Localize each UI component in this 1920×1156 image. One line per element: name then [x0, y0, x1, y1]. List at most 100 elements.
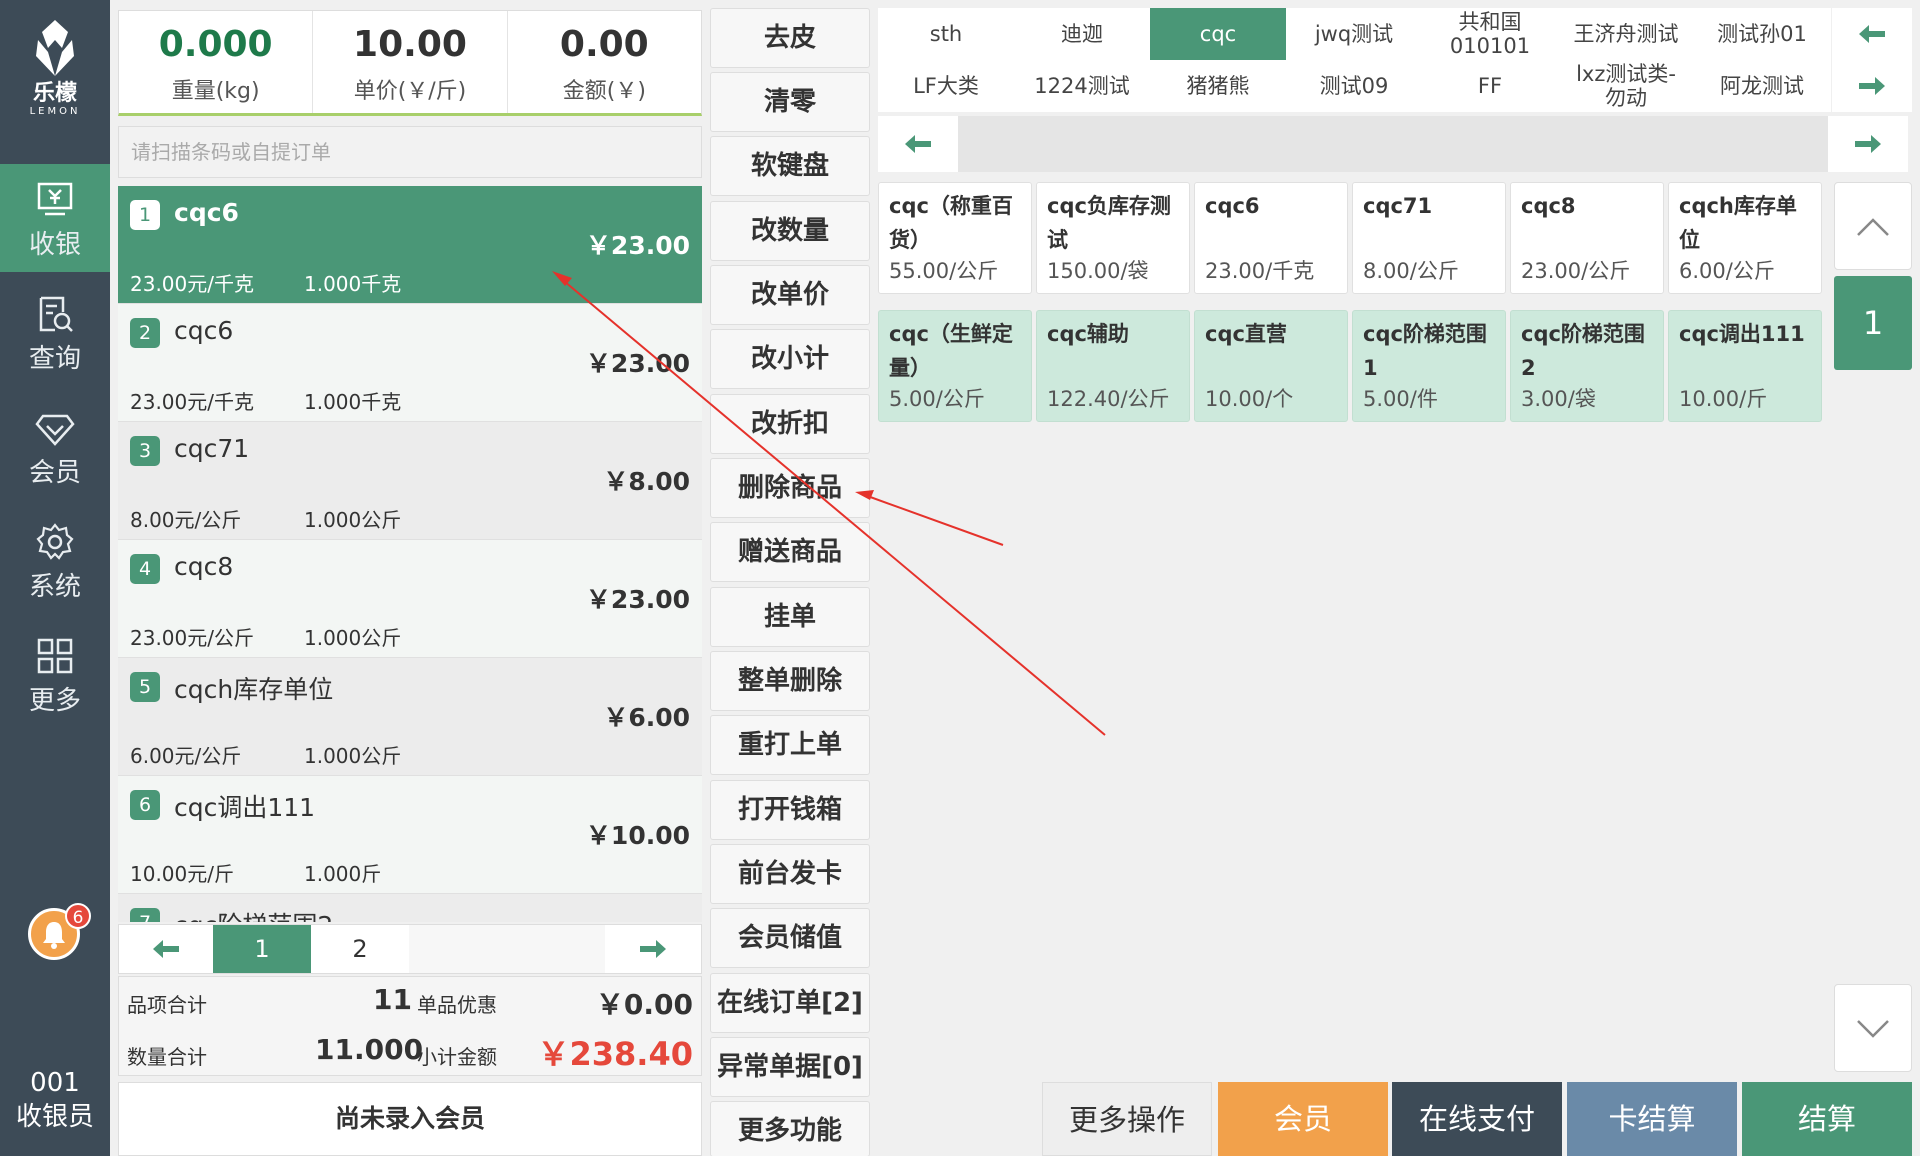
category-tab[interactable]: 测试09 — [1286, 60, 1422, 112]
qty-total-value: 11.000 — [315, 1033, 424, 1066]
category-next-button[interactable] — [1832, 60, 1912, 112]
product-card[interactable]: cqc辅助 122.40/公斤 — [1036, 310, 1190, 422]
product-name: cqc直营 — [1205, 322, 1287, 346]
subtotal-label: 小计金额 — [417, 1045, 497, 1069]
product-price: 23.00/公斤 — [1521, 259, 1631, 283]
cashier-icon — [37, 182, 73, 216]
nav-query[interactable]: 查询 — [0, 278, 110, 386]
order-index: 1 — [130, 200, 160, 230]
abnormal-orders-button[interactable]: 异常单据[0] — [710, 1037, 870, 1097]
category-tab[interactable]: 阿龙测试 — [1694, 60, 1830, 112]
product-card[interactable]: cqc8 23.00/公斤 — [1510, 182, 1664, 294]
product-card[interactable]: cqc6 23.00/千克 — [1194, 182, 1348, 294]
product-card[interactable]: cqch库存单位 6.00/公斤 — [1668, 182, 1822, 294]
product-card[interactable]: cqc阶梯范围1 5.00/件 — [1352, 310, 1506, 422]
barcode-input[interactable] — [119, 127, 701, 177]
category-tab[interactable]: 迪迦 — [1014, 8, 1150, 60]
order-price: 23.00元/千克 — [130, 272, 254, 296]
product-card[interactable]: cqc（称重百货） 55.00/公斤 — [878, 182, 1032, 294]
category-tab[interactable]: LF大类 — [878, 60, 1014, 112]
category-tab[interactable]: 猪猪熊 — [1150, 60, 1286, 112]
product-card[interactable]: cqc71 8.00/公斤 — [1352, 182, 1506, 294]
online-orders-button[interactable]: 在线订单[2] — [710, 973, 870, 1033]
change-discount-button[interactable]: 改折扣 — [710, 394, 870, 454]
delete-item-button[interactable]: 删除商品 — [710, 458, 870, 518]
order-row[interactable]: 3 cqc71 ￥8.00 8.00元/公斤 1.000公斤 — [118, 422, 702, 540]
order-row[interactable]: 5 cqch库存单位 ￥6.00 6.00元/公斤 1.000公斤 — [118, 658, 702, 776]
change-price-button[interactable]: 改单价 — [710, 265, 870, 325]
product-page-down-button[interactable] — [1834, 984, 1912, 1072]
nav-cashier[interactable]: 收银 — [0, 164, 110, 272]
order-row[interactable]: 7 cqc阶梯范围2 — [118, 894, 702, 922]
category-tab[interactable]: 共和国010101 — [1422, 8, 1558, 60]
member-entry-button[interactable]: 尚未录入会员 — [118, 1082, 702, 1156]
card-settle-button[interactable]: 卡结算 — [1567, 1082, 1737, 1156]
change-subtotal-button[interactable]: 改小计 — [710, 329, 870, 389]
nav-member[interactable]: 会员 — [0, 392, 110, 500]
product-card[interactable]: cqc阶梯范围2 3.00/袋 — [1510, 310, 1664, 422]
hold-order-button[interactable]: 挂单 — [710, 587, 870, 647]
product-price: 23.00/千克 — [1205, 259, 1315, 283]
pager-spacer — [409, 925, 605, 973]
weight-cell: 0.000 重量(kg) — [119, 11, 314, 113]
order-row[interactable]: 1 cqc6 ￥23.00 23.00元/千克 1.000千克 — [118, 186, 702, 304]
order-total: ￥8.00 — [603, 467, 690, 496]
delete-order-button[interactable]: 整单删除 — [710, 651, 870, 711]
user-role: 收银员 — [15, 1102, 94, 1132]
pager-prev-button[interactable] — [119, 925, 213, 973]
order-totals: 品项合计 11 单品优惠 ￥0.00 数量合计 11.000 小计金额 ￥238… — [118, 976, 702, 1076]
order-total: ￥23.00 — [585, 585, 690, 614]
pager-page-1[interactable]: 1 — [213, 925, 311, 973]
gift-item-button[interactable]: 赠送商品 — [710, 522, 870, 582]
scale-summary: 0.000 重量(kg) 10.00 单价(￥/斤) 0.00 金额(￥) — [118, 10, 702, 116]
category-tab[interactable]: 王济舟测试 — [1558, 8, 1694, 60]
change-quantity-button[interactable]: 改数量 — [710, 201, 870, 261]
subcategory-next-button[interactable] — [1828, 116, 1908, 172]
category-tab[interactable]: jwq测试 — [1286, 8, 1422, 60]
order-index: 5 — [130, 672, 160, 702]
product-card[interactable]: cqc负库存测试 150.00/袋 — [1036, 182, 1190, 294]
user-id: 001 — [30, 1068, 80, 1098]
category-prev-button[interactable] — [1832, 8, 1912, 60]
category-tab[interactable]: 1224测试 — [1014, 60, 1150, 112]
product-page-up-button[interactable] — [1834, 182, 1912, 270]
issue-card-button[interactable]: 前台发卡 — [710, 844, 870, 904]
nav-more[interactable]: 更多 — [0, 620, 110, 728]
more-functions-button[interactable]: 更多功能 — [710, 1101, 870, 1156]
product-card[interactable]: cqc调出111 10.00/斤 — [1668, 310, 1822, 422]
online-pay-button[interactable]: 在线支付 — [1392, 1082, 1562, 1156]
nav-system[interactable]: 系统 — [0, 506, 110, 614]
member-topup-button[interactable]: 会员储值 — [710, 908, 870, 968]
product-card[interactable]: cqc（生鲜定量） 5.00/公斤 — [878, 310, 1032, 422]
order-row[interactable]: 4 cqc8 ￥23.00 23.00元/公斤 1.000公斤 — [118, 540, 702, 658]
order-row[interactable]: 6 cqc调出111 ￥10.00 10.00元/斤 1.000斤 — [118, 776, 702, 894]
subcategory-prev-button[interactable] — [878, 116, 958, 172]
member-button[interactable]: 会员 — [1218, 1082, 1388, 1156]
settle-button[interactable]: 结算 — [1742, 1082, 1912, 1156]
order-index: 4 — [130, 554, 160, 584]
category-tab[interactable]: 测试孙01 — [1694, 8, 1830, 60]
category-tabs: sth 迪迦 cqc jwq测试 共和国010101 王济舟测试 测试孙01 L… — [878, 8, 1831, 112]
zero-button[interactable]: 清零 — [710, 72, 870, 132]
product-price: 150.00/袋 — [1047, 259, 1149, 283]
pager-next-button[interactable] — [605, 925, 701, 973]
category-tab[interactable]: lxz测试类-勿动 — [1558, 60, 1694, 112]
reprint-button[interactable]: 重打上单 — [710, 715, 870, 775]
order-row[interactable]: 2 cqc6 ￥23.00 23.00元/千克 1.000千克 — [118, 304, 702, 422]
product-page-number: 1 — [1834, 276, 1912, 370]
product-card[interactable]: cqc直营 10.00/个 — [1194, 310, 1348, 422]
category-tab[interactable]: sth — [878, 8, 1014, 60]
category-tab-active[interactable]: cqc — [1150, 8, 1286, 60]
user-info[interactable]: 001 收银员 — [0, 1066, 110, 1134]
order-list: 1 cqc6 ￥23.00 23.00元/千克 1.000千克 2 cqc6 ￥… — [118, 186, 702, 922]
order-name: cqc6 — [174, 198, 239, 227]
more-actions-button[interactable]: 更多操作 — [1042, 1082, 1212, 1156]
lemon-logo-icon — [36, 20, 74, 76]
soft-keyboard-button[interactable]: 软键盘 — [710, 136, 870, 196]
pager-page-2[interactable]: 2 — [311, 925, 409, 973]
order-total: ￥10.00 — [585, 821, 690, 850]
category-tab[interactable]: FF — [1422, 60, 1558, 112]
open-drawer-button[interactable]: 打开钱箱 — [710, 780, 870, 840]
notification-button[interactable]: 6 — [28, 903, 91, 960]
tare-button[interactable]: 去皮 — [710, 8, 870, 68]
